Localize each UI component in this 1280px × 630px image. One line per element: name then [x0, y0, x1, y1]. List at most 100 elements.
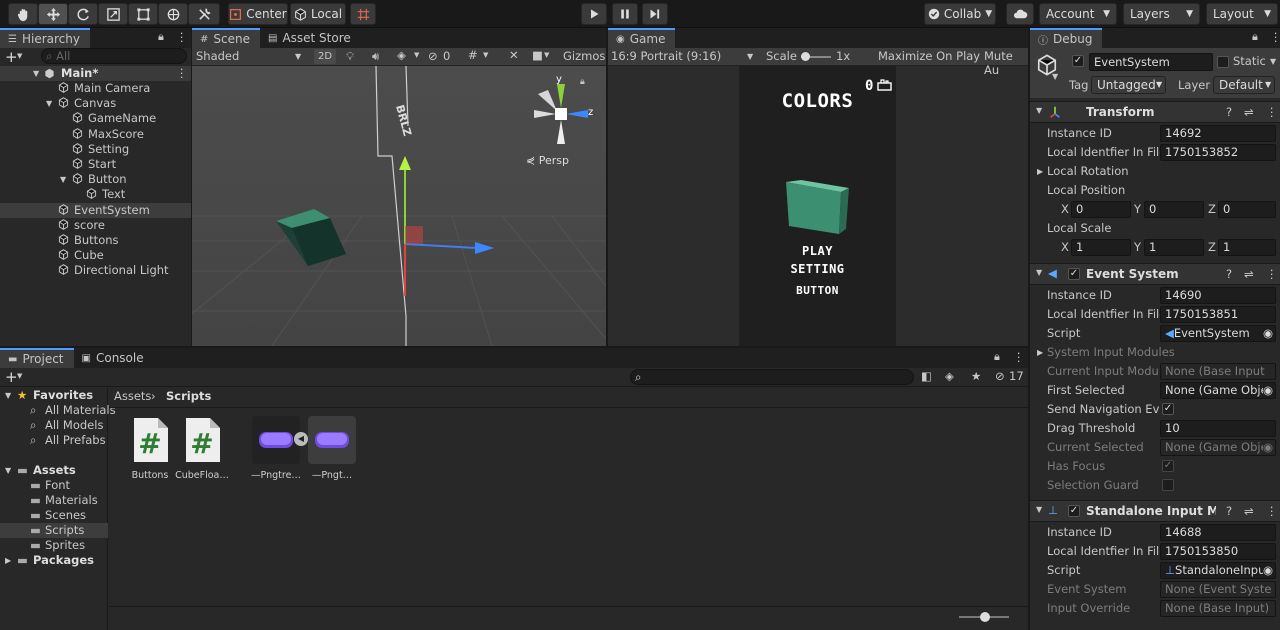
orientation-gizmo[interactable]: y z ⋞ Persp 🔒︎: [524, 74, 604, 174]
camera-icon[interactable]: ■: [532, 48, 543, 62]
favorites-item[interactable]: ⌕ All Materials: [0, 403, 116, 418]
chevron-down-icon[interactable]: ▼: [17, 52, 22, 60]
sim-local-id-field[interactable]: 1750153850: [1160, 543, 1276, 560]
help-icon[interactable]: ?: [1226, 504, 1232, 518]
settings-icon[interactable]: [877, 79, 892, 91]
event-system-enabled-checkbox[interactable]: ✓: [1068, 268, 1080, 280]
grid-toggle-icon[interactable]: #: [468, 48, 478, 62]
custom-tool-button[interactable]: [188, 3, 220, 25]
star-icon[interactable]: ★: [971, 369, 981, 383]
more-menu-icon[interactable]: ⋮: [1266, 105, 1278, 119]
rotate-tool-button[interactable]: [68, 3, 98, 25]
chevron-down-icon[interactable]: ▼: [483, 51, 488, 59]
scale-tool-button[interactable]: [98, 3, 128, 25]
tab-asset-store[interactable]: ▤ Asset Store: [260, 28, 361, 48]
account-dropdown[interactable]: Account ▼: [1039, 3, 1117, 25]
lock-icon[interactable]: 🔒︎: [580, 77, 585, 87]
hierarchy-item[interactable]: EventSystem: [0, 202, 191, 218]
layout-dropdown[interactable]: Layout ▼: [1206, 3, 1278, 25]
tab-scene[interactable]: # Scene: [192, 28, 260, 48]
hierarchy-item[interactable]: score: [0, 218, 191, 233]
hierarchy-item[interactable]: Main Camera: [0, 81, 191, 96]
mute-audio-toggle[interactable]: Mute Au: [984, 49, 1028, 77]
static-checkbox[interactable]: [1217, 56, 1229, 68]
transform-local-id-field[interactable]: 1750153852: [1160, 144, 1276, 161]
hierarchy-item[interactable]: Start: [0, 157, 191, 172]
hierarchy-search-input[interactable]: ⌕ All: [41, 48, 187, 64]
pivot-local-button[interactable]: Local: [290, 3, 346, 25]
es-drag-threshold-field[interactable]: 10: [1160, 420, 1276, 437]
chevron-down-icon[interactable]: ▼: [1052, 72, 1058, 81]
standalone-input-header[interactable]: ▼ ⊥ ✓ Standalone Input Module ? ⇌ ⋮: [1030, 500, 1280, 522]
asset-folder-item[interactable]: ▬ Sprites: [0, 538, 108, 553]
more-menu-icon[interactable]: ⋮: [1013, 350, 1025, 364]
favorites-item[interactable]: ⌕ All Models: [0, 418, 108, 433]
pivot-center-button[interactable]: Center: [228, 3, 288, 25]
es-script-field[interactable]: ◀︎EventSystem ◉: [1160, 325, 1276, 342]
hierarchy-item[interactable]: Setting: [0, 142, 191, 157]
add-icon[interactable]: +: [5, 368, 18, 386]
tab-game[interactable]: ◉ Game: [608, 28, 676, 48]
game-menu-item[interactable]: BUTTON: [739, 284, 896, 297]
lighting-toggle-icon[interactable]: 💡︎: [346, 49, 354, 64]
chevron-down-icon[interactable]: ▼: [544, 51, 549, 59]
visibility-off-icon[interactable]: ⊘: [428, 49, 438, 63]
lock-icon[interactable]: 🔒︎: [1252, 30, 1258, 44]
grid-snap-button[interactable]: [350, 3, 376, 25]
layer-dropdown[interactable]: Default ▼: [1213, 76, 1275, 94]
chevron-right-icon[interactable]: ▶: [1037, 344, 1043, 361]
maximize-on-play-toggle[interactable]: Maximize On Play: [878, 49, 980, 63]
step-button[interactable]: [642, 3, 668, 25]
layers-dropdown[interactable]: Layers ▼: [1123, 3, 1200, 25]
asset-item[interactable]: # CubeFloa…: [172, 416, 232, 481]
breadcrumb-current[interactable]: Scripts: [166, 389, 211, 403]
asset-item[interactable]: —Pngtre…: [246, 416, 306, 481]
hierarchy-item[interactable]: ▼ Canvas: [0, 96, 191, 111]
sim-instance-id-field[interactable]: 14688: [1160, 524, 1276, 541]
toggle-2d-button[interactable]: 2D: [314, 49, 336, 64]
event-system-header[interactable]: ▼ ◀︎ ✓ Event System ? ⇌ ⋮: [1030, 263, 1280, 285]
gizmos-label[interactable]: Gizmos: [563, 49, 605, 63]
object-picker-icon[interactable]: ◉: [1263, 383, 1274, 398]
cloud-button[interactable]: [1006, 3, 1034, 25]
icon-size-slider-thumb[interactable]: [980, 612, 990, 622]
scene-root-row[interactable]: ▼ Main* ⋮: [0, 66, 191, 81]
scale-y-field[interactable]: 1: [1144, 239, 1204, 256]
hierarchy-item[interactable]: MaxScore: [0, 127, 191, 142]
favorites-item[interactable]: ⌕ All Prefabs: [0, 433, 108, 448]
projection-toggle[interactable]: ⋞ Persp: [526, 154, 569, 167]
object-picker-icon[interactable]: ◉: [1263, 326, 1273, 341]
chevron-down-icon[interactable]: ▼: [46, 96, 52, 111]
object-name-input[interactable]: EventSystem: [1089, 53, 1213, 71]
visibility-off-icon[interactable]: ⊘: [995, 369, 1005, 383]
filter-type-icon[interactable]: ◧: [921, 369, 932, 383]
shading-mode-dropdown[interactable]: Shaded ▼: [196, 48, 306, 65]
project-search-input[interactable]: ⌕: [630, 369, 914, 385]
more-menu-icon[interactable]: ⋮: [176, 30, 188, 44]
transform-instance-id-field[interactable]: 14692: [1160, 125, 1276, 142]
tab-hierarchy[interactable]: ☰ Hierarchy: [0, 28, 90, 48]
more-menu-icon[interactable]: ⋮: [1270, 30, 1280, 44]
chevron-down-icon[interactable]: ▼: [60, 172, 66, 187]
lock-icon[interactable]: 🔒︎: [994, 350, 1000, 364]
asset-item[interactable]: # Buttons: [120, 416, 180, 481]
es-send-nav-checkbox[interactable]: ✓: [1162, 403, 1174, 415]
move-tool-button[interactable]: [38, 3, 68, 25]
hierarchy-item[interactable]: GameName: [0, 111, 191, 126]
hand-tool-button[interactable]: [8, 3, 38, 25]
object-picker-icon[interactable]: ◉: [1263, 563, 1274, 578]
play-button[interactable]: [581, 3, 607, 25]
hierarchy-item[interactable]: Text: [0, 187, 191, 202]
asset-item[interactable]: —Pngt…: [302, 416, 362, 481]
rect-tool-button[interactable]: [128, 3, 158, 25]
chevron-right-icon[interactable]: ▶: [1037, 163, 1043, 180]
more-menu-icon[interactable]: ⋮: [1266, 267, 1278, 281]
tab-debug[interactable]: ⓘ Debug: [1030, 28, 1103, 48]
sim-script-field[interactable]: ⊥StandaloneInpu ◉: [1160, 562, 1276, 579]
game-render[interactable]: COLORS 0 PLAY SETTING BUTTON: [739, 66, 896, 346]
more-menu-icon[interactable]: ⋮: [176, 66, 188, 81]
effects-toggle-icon[interactable]: ◈: [397, 48, 406, 62]
pos-y-field[interactable]: 0: [1144, 201, 1204, 218]
collab-dropdown[interactable]: Collab ▼: [924, 3, 996, 25]
game-menu-item[interactable]: PLAY: [739, 244, 896, 258]
